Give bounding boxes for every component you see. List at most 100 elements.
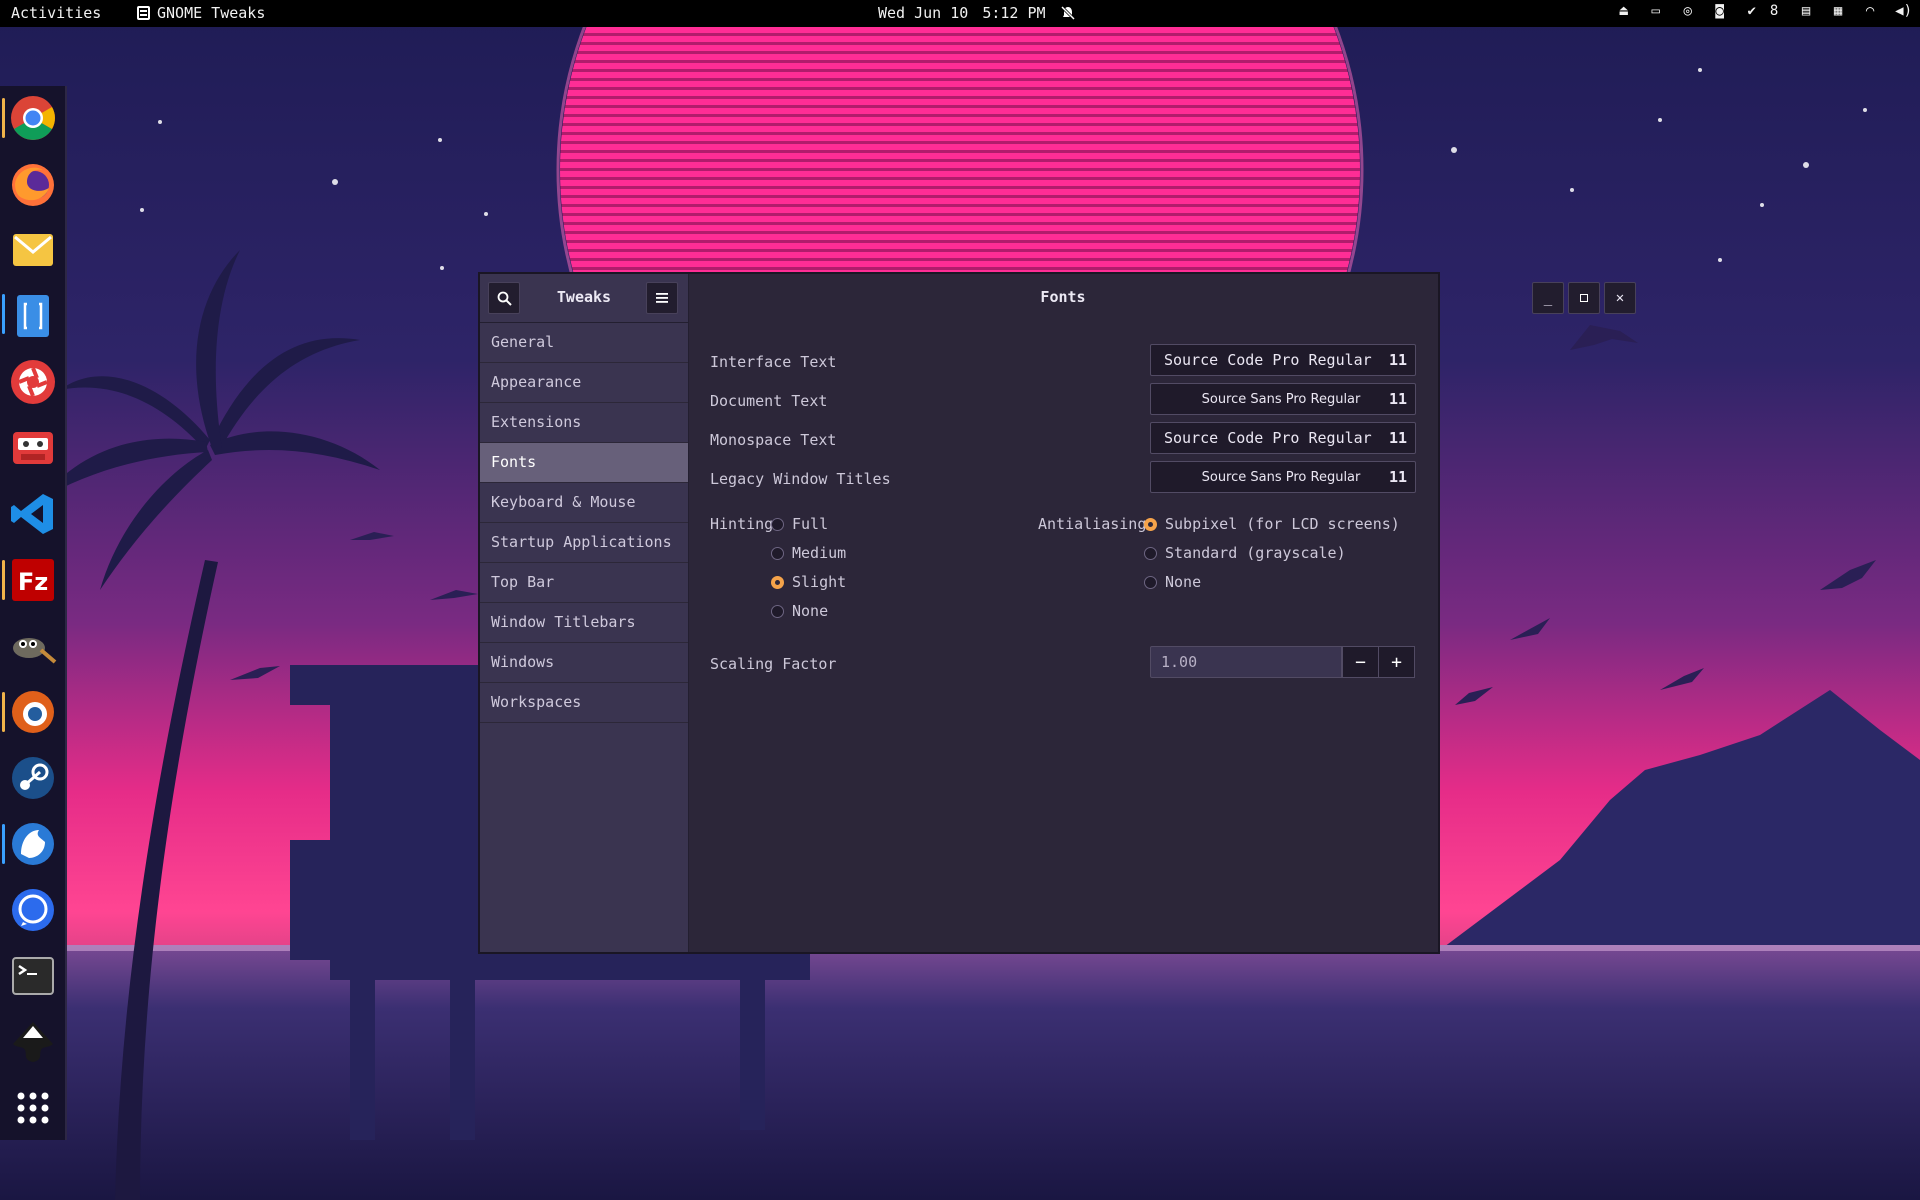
radio-indicator: [1144, 546, 1157, 560]
antialiasing-label: Antialiasing: [1038, 515, 1147, 533]
date-label: Wed Jun 10: [878, 4, 969, 22]
drive-icon[interactable]: ▭: [1649, 3, 1663, 19]
interface-text-label: Interface Text: [710, 353, 837, 371]
aa-none-radio[interactable]: None: [1144, 573, 1201, 591]
updates-count: 8: [1769, 3, 1779, 19]
top-bar: Activities GNOME Tweaks Wed Jun 10 5:12 …: [0, 0, 1920, 27]
font-size: 11: [1388, 429, 1408, 447]
sidebar-item-workspaces[interactable]: Workspaces: [480, 683, 688, 723]
clipboard-icon[interactable]: ▤: [1799, 3, 1813, 19]
shutter-icon[interactable]: [9, 358, 57, 406]
sidebar-item-appearance[interactable]: Appearance: [480, 363, 688, 403]
firefox-icon[interactable]: [9, 160, 57, 208]
decrease-button[interactable]: −: [1342, 646, 1379, 678]
clock[interactable]: Wed Jun 10 5:12 PM: [878, 4, 1076, 22]
maximize-icon: [1580, 294, 1588, 302]
radio-label: Standard (grayscale): [1165, 544, 1346, 562]
running-indicator: [2, 692, 5, 732]
sidebar-list: General Appearance Extensions Fonts Keyboard…: [480, 323, 688, 723]
cassette-icon[interactable]: [9, 424, 57, 472]
legacy-titles-font-button[interactable]: Source Sans Pro Regular 11: [1150, 461, 1416, 493]
steam-icon[interactable]: [9, 754, 57, 802]
font-name: Source Code Pro Regular: [1164, 351, 1372, 369]
interface-font-button[interactable]: Source Code Pro Regular 11: [1150, 344, 1416, 376]
sidebar-header: Tweaks: [480, 274, 688, 323]
dock: Fz 3: [0, 86, 67, 1140]
sidebar-item-general[interactable]: General: [480, 323, 688, 363]
system-tray: ⏏ ▭ ◎ ◙ ✔ 8 ▤ ▦ ◠ ◀): [1617, 3, 1912, 19]
filezilla-icon[interactable]: Fz: [9, 556, 57, 604]
menu-button[interactable]: [646, 282, 678, 314]
app-grid-icon[interactable]: [9, 1084, 57, 1132]
document-text-label: Document Text: [710, 392, 828, 410]
sidebar-item-top-bar[interactable]: Top Bar: [480, 563, 688, 603]
chrome-icon[interactable]: [9, 94, 57, 142]
terminal-icon[interactable]: [9, 952, 57, 1000]
radio-label: Medium: [792, 544, 847, 562]
sidebar-item-startup-applications[interactable]: Startup Applications: [480, 523, 688, 563]
sidebar-item-keyboard-mouse[interactable]: Keyboard & Mouse: [480, 483, 688, 523]
font-name: Source Sans Pro Regular: [1201, 469, 1361, 485]
radio-label: Subpixel (for LCD screens): [1165, 515, 1400, 533]
camera-icon[interactable]: ◙: [1713, 3, 1727, 19]
running-indicator: [2, 294, 5, 334]
radio-indicator: [1144, 575, 1157, 589]
volume-icon[interactable]: ◀): [1895, 3, 1912, 19]
updates-indicator[interactable]: ✔ 8: [1745, 3, 1781, 19]
layout-icon[interactable]: ▦: [1831, 3, 1845, 19]
blender-icon[interactable]: 3: [9, 688, 57, 736]
radio-label: Slight: [792, 573, 847, 591]
hinting-medium-radio[interactable]: Medium: [771, 544, 846, 562]
sidebar: Tweaks General Appearance Extensions Fonts K…: [480, 274, 689, 952]
font-size: 11: [1388, 351, 1408, 369]
font-size: 11: [1388, 390, 1408, 408]
monospace-text-label: Monospace Text: [710, 431, 837, 449]
tweaks-app-icon: [137, 6, 150, 20]
signal-icon[interactable]: [9, 886, 57, 934]
time-label: 5:12 PM: [982, 4, 1046, 22]
hinting-slight-radio[interactable]: Slight: [771, 573, 846, 591]
wifi-icon[interactable]: ◠: [1863, 3, 1877, 19]
font-size: 11: [1388, 468, 1408, 486]
check-circle-icon[interactable]: ◎: [1681, 3, 1695, 19]
minimize-button[interactable]: _: [1532, 282, 1564, 314]
app-menu-label: GNOME Tweaks: [157, 4, 266, 22]
tweaks-window: Tweaks General Appearance Extensions Fonts K…: [478, 272, 1636, 954]
radio-indicator: [1144, 517, 1157, 531]
text-editor-icon[interactable]: [9, 292, 57, 340]
header-bar: Fonts _ ✕: [688, 274, 1636, 322]
aa-standard-radio[interactable]: Standard (grayscale): [1144, 544, 1346, 562]
increase-button[interactable]: +: [1378, 646, 1415, 678]
hinting-none-radio[interactable]: None: [771, 602, 828, 620]
gimp-icon[interactable]: [9, 622, 57, 670]
notifications-muted-icon: [1060, 5, 1075, 21]
radio-indicator: [771, 604, 784, 618]
monospace-font-button[interactable]: Source Code Pro Regular 11: [1150, 422, 1416, 454]
scaling-factor-input[interactable]: [1150, 646, 1342, 678]
checkmark-icon: ✔: [1747, 3, 1756, 19]
thunderbird-icon[interactable]: [9, 820, 57, 868]
aa-subpixel-radio[interactable]: Subpixel (for LCD screens): [1144, 515, 1400, 533]
minus-icon: −: [1355, 651, 1366, 673]
sidebar-item-window-titlebars[interactable]: Window Titlebars: [480, 603, 688, 643]
inkscape-icon[interactable]: [9, 1018, 57, 1066]
radio-indicator: [771, 517, 784, 531]
app-menu[interactable]: GNOME Tweaks: [137, 4, 265, 22]
radio-label: None: [792, 602, 829, 620]
sidebar-item-fonts[interactable]: Fonts: [480, 443, 688, 483]
radio-label: None: [1165, 573, 1202, 591]
activities-button[interactable]: Activities: [11, 4, 101, 22]
page-title: Fonts: [1040, 288, 1086, 306]
document-font-button[interactable]: Source Sans Pro Regular 11: [1150, 383, 1416, 415]
hinting-full-radio[interactable]: Full: [771, 515, 828, 533]
main-pane: Fonts _ ✕ Interface Text Document Text M…: [688, 274, 1636, 952]
eject-icon[interactable]: ⏏: [1617, 3, 1631, 19]
font-name: Source Code Pro Regular: [1164, 429, 1372, 447]
font-name: Source Sans Pro Regular: [1201, 391, 1361, 407]
vscode-icon[interactable]: [9, 490, 57, 538]
maximize-button[interactable]: [1568, 282, 1600, 314]
sidebar-item-extensions[interactable]: Extensions: [480, 403, 688, 443]
mail-icon[interactable]: [9, 226, 57, 274]
sidebar-item-windows[interactable]: Windows: [480, 643, 688, 683]
close-button[interactable]: ✕: [1604, 282, 1636, 314]
